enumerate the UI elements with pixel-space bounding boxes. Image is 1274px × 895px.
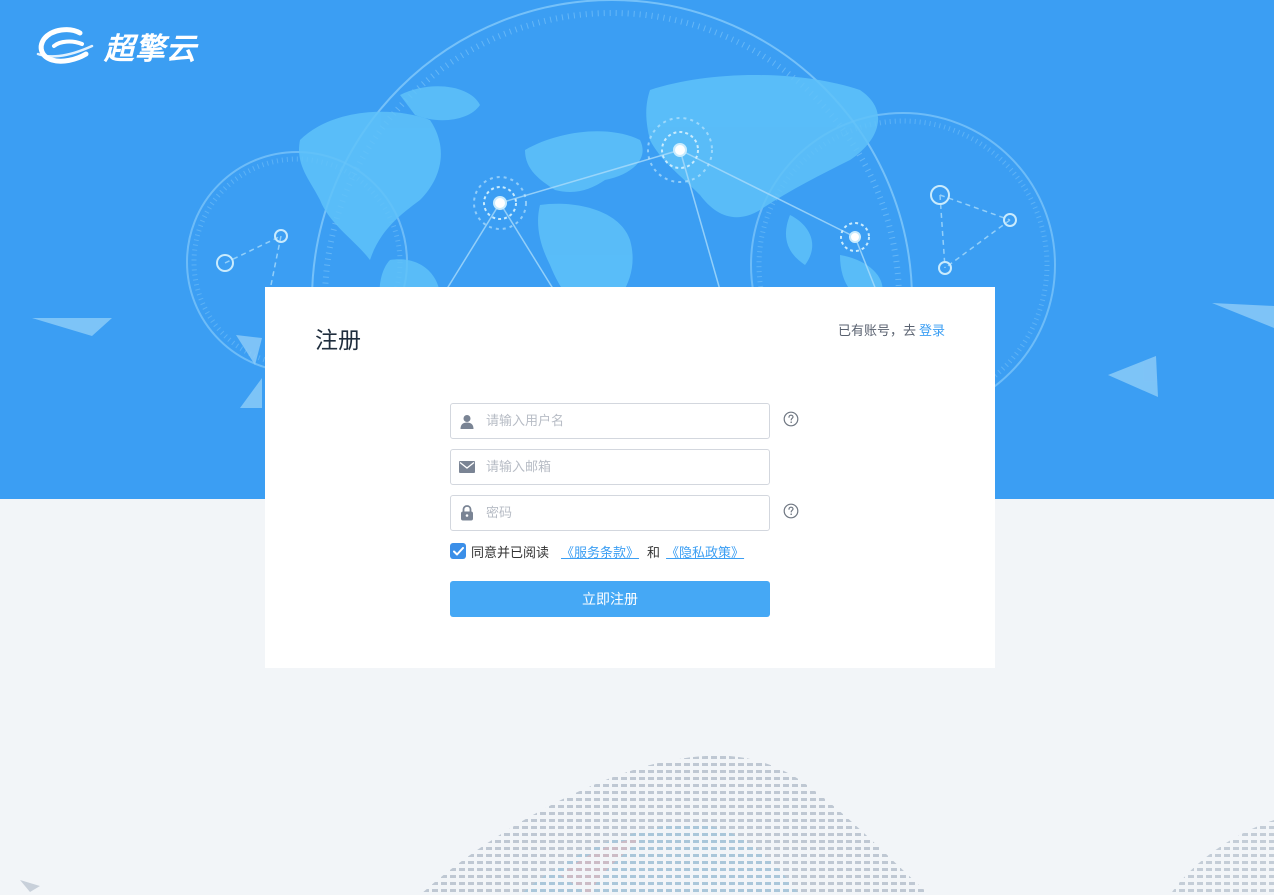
agreement-row: 同意并已阅读 《服务条款》 和 《隐私政策》 [450,541,810,561]
checkmark-icon [452,546,464,555]
username-field[interactable] [450,403,770,439]
agree-text: 同意并已阅读 [471,545,550,561]
envelope-icon [459,459,475,475]
username-input[interactable] [484,405,769,437]
lock-icon [459,505,475,521]
page-title: 注册 [315,328,361,354]
terms-link[interactable]: 《服务条款》 [561,542,639,561]
email-input[interactable] [484,451,769,483]
email-field-row [450,449,770,485]
register-form: 同意并已阅读 《服务条款》 和 《隐私政策》 立即注册 [450,403,810,617]
brand-name: 超擎云 [104,32,197,67]
user-icon [459,413,475,429]
logo-mark-icon [36,27,94,64]
question-circle-icon[interactable] [783,503,799,519]
data-wave-illustration [20,755,1274,895]
and-text: 和 [647,545,661,561]
register-button[interactable]: 立即注册 [450,581,770,617]
question-circle-icon[interactable] [783,411,799,427]
username-field-row [450,403,799,439]
password-field[interactable] [450,495,770,531]
login-hint: 已有账号，去 登录 [838,320,945,339]
agree-checkbox[interactable] [450,543,466,559]
password-field-row [450,495,799,531]
privacy-link[interactable]: 《隐私政策》 [666,542,744,561]
password-input[interactable] [484,497,769,529]
register-card: 注册 已有账号，去 登录 请输入用户名 请输入邮箱 同意并已阅读 《服务条款》 … [265,287,995,668]
email-field[interactable] [450,449,770,485]
login-link[interactable]: 登录 [919,324,945,339]
brand-logo: 超擎云 [36,24,197,68]
login-hint-text: 已有账号，去 [837,324,916,339]
